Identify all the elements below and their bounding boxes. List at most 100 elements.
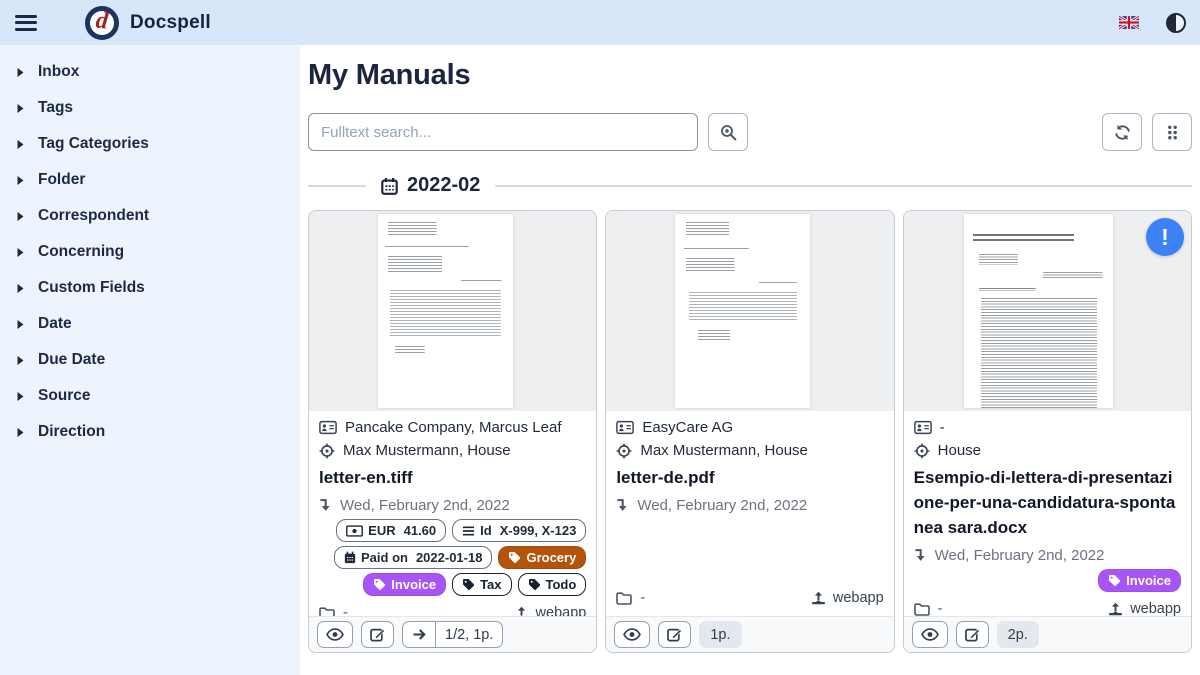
sidebar-item-date[interactable]: Date bbox=[0, 307, 300, 341]
tag-icon bbox=[373, 578, 386, 591]
address-card-icon bbox=[914, 420, 932, 435]
item-name: letter-en.tiff bbox=[319, 465, 586, 490]
sidebar-item-label: Direction bbox=[38, 423, 105, 441]
chevron-right-icon bbox=[16, 427, 25, 438]
document-thumbnail[interactable] bbox=[606, 211, 893, 411]
refresh-button[interactable] bbox=[1102, 113, 1142, 151]
edit-button[interactable] bbox=[361, 621, 394, 648]
search-button[interactable] bbox=[708, 113, 748, 151]
folder-icon bbox=[616, 592, 632, 605]
edit-button[interactable] bbox=[658, 621, 691, 648]
source-label: webapp bbox=[811, 587, 884, 609]
card-footer: 2p. bbox=[904, 616, 1191, 652]
concerning-line: Max Mustermann, House bbox=[616, 440, 883, 461]
address-card-icon bbox=[616, 420, 634, 435]
next-attachment-button[interactable] bbox=[403, 622, 436, 647]
chevron-right-icon bbox=[16, 211, 25, 222]
chevron-right-icon bbox=[16, 247, 25, 258]
main-content: My Manuals bbox=[300, 45, 1200, 675]
menu-icon[interactable] bbox=[13, 13, 39, 33]
thumbnail-page bbox=[675, 214, 810, 408]
sidebar-item-direction[interactable]: Direction bbox=[0, 415, 300, 449]
arrow-turn-down-icon bbox=[616, 498, 629, 513]
dark-mode-toggle-icon[interactable] bbox=[1166, 13, 1186, 33]
sidebar-item-custom-fields[interactable]: Custom Fields bbox=[0, 271, 300, 305]
sidebar-item-folder[interactable]: Folder bbox=[0, 163, 300, 197]
sidebar-item-tag-categories[interactable]: Tag Categories bbox=[0, 127, 300, 161]
calendar-icon bbox=[381, 177, 398, 195]
folder-icon bbox=[319, 607, 335, 617]
top-bar: d Docspell bbox=[0, 0, 1200, 45]
page-title: My Manuals bbox=[308, 59, 1192, 92]
document-thumbnail[interactable]: ! bbox=[904, 211, 1191, 411]
sidebar: Inbox Tags Tag Categories Folder Corresp… bbox=[0, 45, 300, 675]
sidebar-item-tags[interactable]: Tags bbox=[0, 91, 300, 125]
tag-badge-invoice: Invoice bbox=[1098, 569, 1181, 592]
item-date-line: Wed, February 2nd, 2022 bbox=[319, 495, 586, 516]
month-group-label: 2022-02 bbox=[407, 174, 480, 197]
folder-value: - bbox=[343, 602, 348, 616]
item-name: letter-de.pdf bbox=[616, 465, 883, 490]
custom-field-badge-id: IdX-999, X-123 bbox=[452, 519, 586, 542]
source-label: webapp bbox=[1108, 598, 1181, 616]
preview-button[interactable] bbox=[912, 621, 948, 648]
arrow-turn-down-icon bbox=[914, 548, 927, 563]
eye-icon bbox=[921, 628, 939, 641]
sidebar-item-source[interactable]: Source bbox=[0, 379, 300, 413]
address-card-icon bbox=[319, 420, 337, 435]
crosshairs-icon bbox=[914, 443, 930, 459]
sidebar-item-due-date[interactable]: Due Date bbox=[0, 343, 300, 377]
sidebar-item-label: Tags bbox=[38, 99, 73, 117]
document-thumbnail[interactable] bbox=[309, 211, 596, 411]
folder-row: - webapp bbox=[616, 585, 883, 613]
sidebar-item-label: Date bbox=[38, 315, 72, 333]
view-toggle-button[interactable] bbox=[1152, 113, 1192, 151]
sidebar-item-label: Folder bbox=[38, 171, 85, 189]
search-input[interactable] bbox=[308, 113, 698, 151]
eye-icon bbox=[623, 628, 641, 641]
sidebar-item-inbox[interactable]: Inbox bbox=[0, 55, 300, 89]
page-count: 1p. bbox=[699, 621, 741, 648]
card-footer: 1p. bbox=[606, 616, 893, 652]
calendar-icon bbox=[344, 551, 356, 564]
uk-flag-icon[interactable] bbox=[1119, 16, 1139, 29]
preview-button[interactable] bbox=[614, 621, 650, 648]
concerning-line: Max Mustermann, House bbox=[319, 440, 586, 461]
item-card: Pancake Company, Marcus Leaf Max Musterm… bbox=[308, 210, 597, 653]
thumbnail-page bbox=[378, 214, 513, 408]
brand-link[interactable]: d Docspell bbox=[85, 6, 211, 40]
sidebar-item-label: Correspondent bbox=[38, 207, 149, 225]
app-title: Docspell bbox=[130, 12, 211, 34]
sidebar-item-concerning[interactable]: Concerning bbox=[0, 235, 300, 269]
eye-icon bbox=[326, 628, 344, 641]
page-count: 1/2, 1p. bbox=[436, 622, 502, 647]
new-item-indicator-icon: ! bbox=[1146, 218, 1184, 256]
chevron-right-icon bbox=[16, 67, 25, 78]
edit-button[interactable] bbox=[956, 621, 989, 648]
item-card: EasyCare AG Max Mustermann, House letter… bbox=[605, 210, 894, 653]
preview-button[interactable] bbox=[317, 621, 353, 648]
sidebar-item-label: Custom Fields bbox=[38, 279, 145, 297]
sidebar-item-label: Concerning bbox=[38, 243, 124, 261]
tag-badge-invoice: Invoice bbox=[363, 573, 446, 596]
folder-value: - bbox=[640, 587, 645, 609]
chevron-right-icon bbox=[16, 139, 25, 150]
custom-field-badge-paid-on: Paid on2022-01-18 bbox=[334, 546, 492, 569]
sidebar-item-correspondent[interactable]: Correspondent bbox=[0, 199, 300, 233]
item-card-list: Pancake Company, Marcus Leaf Max Musterm… bbox=[308, 210, 1192, 653]
tag-badge-tax: Tax bbox=[452, 573, 511, 596]
item-date-line: Wed, February 2nd, 2022 bbox=[616, 495, 883, 516]
pen-square-icon bbox=[370, 627, 385, 642]
tag-icon bbox=[1108, 574, 1121, 587]
refresh-icon bbox=[1114, 124, 1131, 141]
folder-row: - webapp bbox=[914, 596, 1181, 616]
sidebar-item-label: Inbox bbox=[38, 63, 79, 81]
source-label: webapp bbox=[514, 602, 587, 616]
tag-badge-grocery: Grocery bbox=[498, 546, 586, 569]
folder-value: - bbox=[938, 598, 943, 616]
tag-icon bbox=[508, 551, 521, 564]
item-card: ! - bbox=[903, 210, 1192, 653]
concerning-line: House bbox=[914, 440, 1181, 461]
upload-icon bbox=[811, 591, 826, 605]
search-plus-icon bbox=[720, 124, 737, 141]
